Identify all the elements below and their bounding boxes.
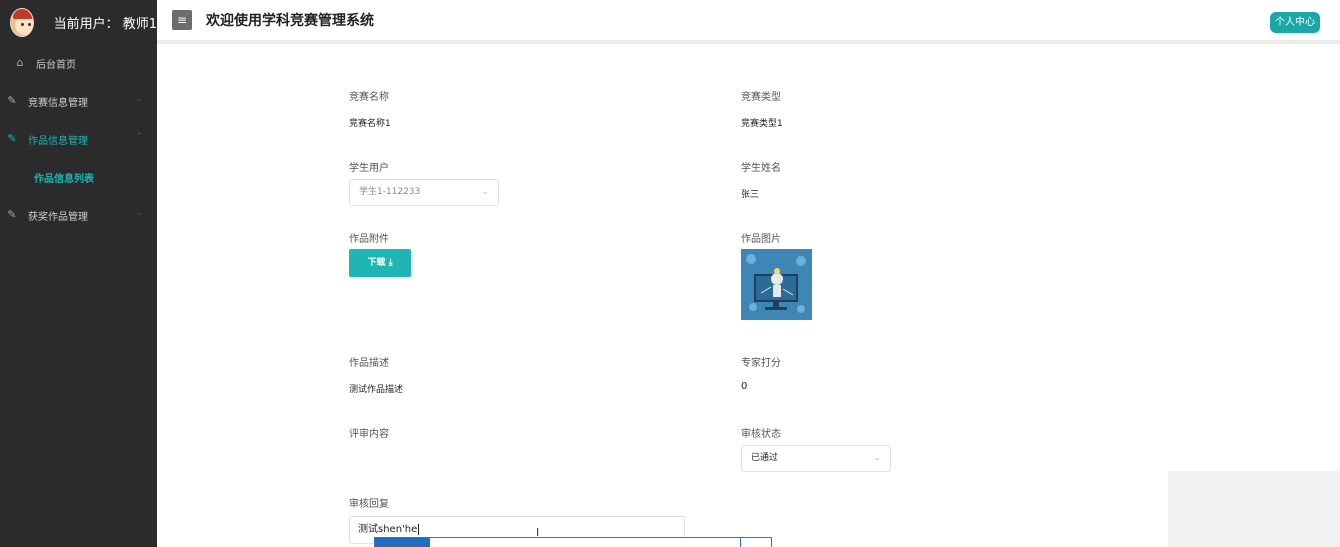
edit-icon: ✎ [7, 208, 17, 221]
sidebar-menu: ⌂ 后台首页 ✎ 竞赛信息管理 ⌄ ✎ 作品信息管理 ⌃ 作品信息列表 ✎ 获奖… [0, 44, 157, 234]
review-reply-label: 审核回复 [349, 499, 389, 510]
review-status-label: 审核状态 [741, 429, 781, 440]
avatar-hat [13, 8, 33, 19]
chevron-down-icon: ⌄ [481, 187, 489, 197]
review-reply-text: 测试shen'he [358, 524, 418, 535]
description-value: 测试作品描述 [349, 385, 404, 395]
student-name-value: 张三 [741, 190, 760, 200]
review-status-select[interactable]: 已通过 ⌄ [741, 445, 891, 472]
header: ≡ 欢迎使用学科竞赛管理系统 个人中心 [157, 0, 1340, 44]
download-button[interactable]: 下载 ⤓ [349, 249, 411, 277]
description-label: 作品描述 [349, 358, 389, 369]
expert-score-value: 0 [741, 381, 748, 392]
chevron-down-icon: ⌄ [135, 94, 143, 104]
work-image[interactable] [741, 249, 812, 320]
sidebar-subitem-work-list[interactable]: 作品信息列表 [0, 158, 157, 196]
student-user-label: 学生用户 [349, 163, 389, 174]
sidebar-item-label: 竞赛信息管理 [28, 97, 88, 109]
profile-button[interactable]: 个人中心 [1270, 12, 1320, 33]
chevron-up-icon: ⌃ [135, 132, 143, 142]
competition-type-label: 竞赛类型 [741, 92, 781, 103]
sidebar-item-work-info[interactable]: ✎ 作品信息管理 ⌃ [0, 120, 157, 158]
competition-name-value: 竞赛名称1 [349, 119, 391, 129]
edit-icon: ✎ [7, 132, 17, 145]
avatar-eye [21, 22, 24, 26]
ime-selected-candidate[interactable] [375, 538, 430, 547]
ime-divider [740, 538, 741, 547]
chevron-down-icon: ⌄ [873, 453, 881, 463]
review-status-selected-value: 已通过 [751, 453, 779, 463]
menu-toggle-icon[interactable]: ≡ [172, 10, 192, 30]
avatar[interactable] [10, 7, 34, 37]
work-image-label: 作品图片 [741, 234, 781, 245]
sidebar-item-label: 后台首页 [36, 59, 76, 71]
chevron-down-icon: ⌄ [135, 208, 143, 218]
student-user-selected-value: 学生1-112233 [359, 187, 421, 197]
avatar-eye [28, 22, 31, 26]
expert-score-label: 专家打分 [741, 358, 781, 369]
page-title: 欢迎使用学科竞赛管理系统 [206, 13, 374, 29]
ime-candidate-bar[interactable] [374, 537, 772, 547]
user-bar: 当前用户： 教师1 [0, 0, 157, 44]
current-user-text: 当前用户： 教师1 [53, 16, 157, 32]
student-user-select[interactable]: 学生1-112233 ⌄ [349, 179, 499, 206]
sidebar-item-label: 获奖作品管理 [28, 211, 88, 223]
student-name-label: 学生姓名 [741, 163, 781, 174]
home-icon: ⌂ [16, 56, 24, 69]
sidebar-item-competition-info[interactable]: ✎ 竞赛信息管理 ⌄ [0, 82, 157, 120]
sidebar-item-home[interactable]: ⌂ 后台首页 [0, 44, 157, 82]
competition-name-label: 竞赛名称 [349, 92, 389, 103]
review-content-label: 评审内容 [349, 429, 389, 440]
text-caret [418, 523, 420, 535]
work-image-illustration [741, 249, 812, 320]
sidebar-item-award-works[interactable]: ✎ 获奖作品管理 ⌄ [0, 196, 157, 234]
attachment-label: 作品附件 [349, 234, 389, 245]
edit-icon: ✎ [7, 94, 17, 107]
background-area [1168, 471, 1340, 547]
sidebar: 当前用户： 教师1 ⌂ 后台首页 ✎ 竞赛信息管理 ⌄ ✎ 作品信息管理 ⌃ 作… [0, 0, 157, 547]
sidebar-item-label: 作品信息管理 [28, 135, 88, 147]
competition-type-value: 竞赛类型1 [741, 119, 783, 129]
